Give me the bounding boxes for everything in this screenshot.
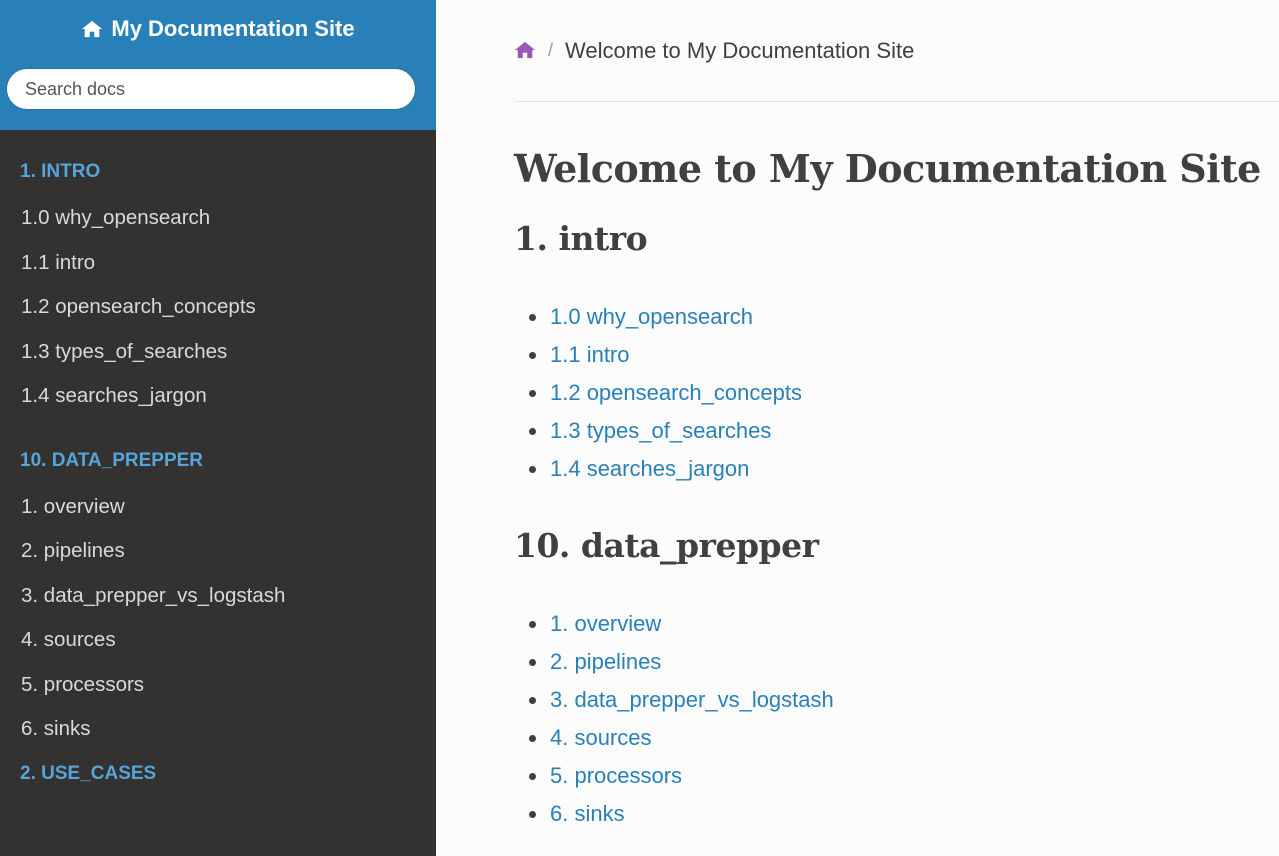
list-item: 1. overview — [514, 605, 1279, 643]
bullet — [529, 734, 536, 742]
page-title: Welcome to My Documentation Site — [514, 146, 1261, 191]
list-item: 6. sinks — [514, 795, 1279, 833]
list-item: 5. processors — [514, 757, 1279, 795]
bullet — [529, 389, 536, 397]
sidebar-caption-intro: 1. INTRO — [20, 161, 101, 182]
sidebar-item[interactable]: 3. data_prepper_vs_logstash — [0, 584, 436, 629]
sidebar-item[interactable]: 1.3 types_of_searches — [0, 340, 436, 385]
toc-link[interactable]: 4. sources — [550, 725, 652, 751]
sidebar-item[interactable]: 6. sinks — [0, 717, 436, 762]
sidebar-item[interactable]: 1. overview — [0, 495, 436, 540]
toc-link[interactable]: 1. overview — [550, 611, 661, 637]
toc-link[interactable]: 1.3 types_of_searches — [550, 418, 771, 444]
list-item: 3. data_prepper_vs_logstash — [514, 681, 1279, 719]
sidebar-caption-use-cases: 2. USE_CASES — [20, 762, 157, 784]
list-item: 1.0 why_opensearch — [514, 298, 1279, 336]
sidebar-header: My Documentation Site — [0, 0, 436, 130]
breadcrumb: / Welcome to My Documentation Site — [514, 0, 1279, 102]
bullet — [529, 696, 536, 704]
toc-link[interactable]: 5. processors — [550, 763, 682, 789]
toc-list-data-prepper: 1. overview 2. pipelines 3. data_prepper… — [514, 605, 1279, 833]
toc-link[interactable]: 1.0 why_opensearch — [550, 304, 753, 330]
sidebar-item[interactable]: 1.1 intro — [0, 251, 436, 296]
main-content: / Welcome to My Documentation Site Welco… — [514, 0, 1279, 856]
bullet — [529, 427, 536, 435]
sidebar-item[interactable]: 4. sources — [0, 628, 436, 673]
toc-link[interactable]: 1.4 searches_jargon — [550, 456, 749, 482]
bullet — [529, 313, 536, 321]
breadcrumb-current: Welcome to My Documentation Site — [565, 37, 915, 63]
toc-link[interactable]: 2. pipelines — [550, 649, 661, 675]
sidebar-item[interactable]: 1.4 searches_jargon — [0, 384, 436, 429]
list-item: 1.3 types_of_searches — [514, 412, 1279, 450]
toc-list-intro: 1.0 why_opensearch 1.1 intro 1.2 opensea… — [514, 298, 1279, 488]
toc-link[interactable]: 3. data_prepper_vs_logstash — [550, 687, 834, 713]
sidebar-item[interactable]: 1.0 why_opensearch — [0, 206, 436, 251]
bullet — [529, 810, 536, 818]
bullet — [529, 465, 536, 473]
list-item: 1.1 intro — [514, 336, 1279, 374]
toc-link[interactable]: 1.2 opensearch_concepts — [550, 380, 802, 406]
site-title: My Documentation Site — [111, 16, 355, 41]
sidebar-item[interactable]: 5. processors — [0, 673, 436, 718]
sidebar-list-data-prepper: 1. overview 2. pipelines 3. data_prepper… — [0, 495, 436, 762]
toc-link[interactable]: 6. sinks — [550, 801, 625, 827]
list-item: 1.2 opensearch_concepts — [514, 374, 1279, 412]
site-title-link[interactable]: My Documentation Site — [0, 14, 436, 44]
home-icon[interactable] — [514, 40, 536, 60]
sidebar-caption-data-prepper: 10. DATA_PREPPER — [20, 449, 204, 471]
section-heading-intro: 1. intro — [514, 219, 648, 258]
sidebar-nav: 1. INTRO 1.0 why_opensearch 1.1 intro 1.… — [0, 130, 436, 786]
home-icon — [82, 20, 103, 38]
sidebar-item[interactable]: 2. pipelines — [0, 539, 436, 584]
search-input[interactable] — [6, 68, 416, 110]
list-item: 1.4 searches_jargon — [514, 450, 1279, 488]
bullet — [529, 620, 536, 628]
list-item: 4. sources — [514, 719, 1279, 757]
bullet — [529, 772, 536, 780]
bullet — [529, 351, 536, 359]
sidebar: My Documentation Site 1. INTRO 1.0 why_o… — [0, 0, 436, 856]
section-heading-data-prepper: 10. data_prepper — [514, 526, 819, 565]
bullet — [529, 658, 536, 666]
breadcrumb-separator: / — [548, 40, 554, 60]
sidebar-list-intro: 1.0 why_opensearch 1.1 intro 1.2 opensea… — [0, 206, 436, 429]
toc-link[interactable]: 1.1 intro — [550, 342, 630, 368]
list-item: 2. pipelines — [514, 643, 1279, 681]
search-wrapper — [0, 68, 436, 110]
sidebar-item[interactable]: 1.2 opensearch_concepts — [0, 295, 436, 340]
